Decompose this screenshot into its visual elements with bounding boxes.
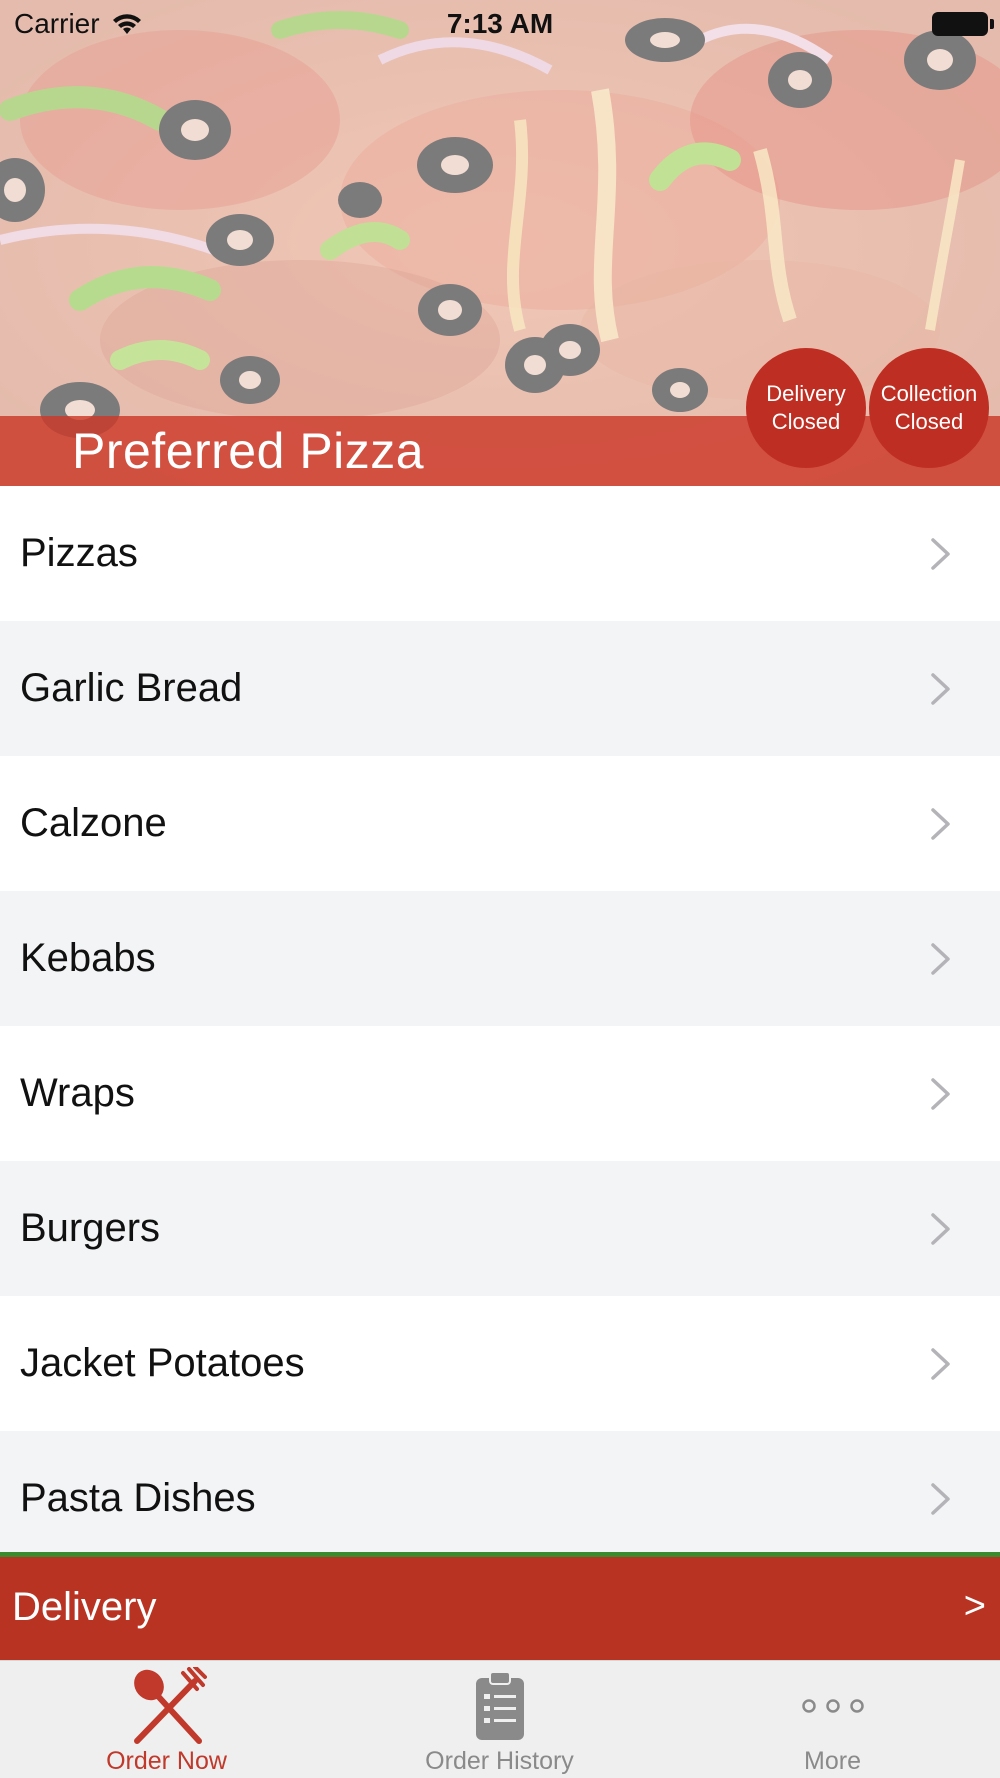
- delivery-mode-label: Delivery: [12, 1585, 157, 1629]
- menu-item-calzone[interactable]: Calzone: [0, 756, 1000, 891]
- menu-item-garlic-bread[interactable]: Garlic Bread: [0, 621, 1000, 756]
- chevron-right-icon: [931, 1212, 950, 1245]
- restaurant-name: Preferred Pizza: [72, 423, 425, 479]
- chevron-right-icon: [931, 1347, 950, 1380]
- chevron-right-icon: [931, 942, 950, 975]
- fork-knife-icon: [122, 1667, 212, 1745]
- chevron-right-icon: [931, 537, 950, 570]
- menu-item-label: Jacket Potatoes: [20, 1341, 305, 1385]
- menu-category-list: Pizzas Garlic Bread Calzone Kebabs Wraps…: [0, 486, 1000, 1566]
- chevron-right-icon: [931, 1077, 950, 1110]
- clipboard-icon: [455, 1667, 545, 1745]
- delivery-mode-button[interactable]: Delivery >: [0, 1552, 1000, 1660]
- tab-order-now[interactable]: Order Now: [0, 1661, 333, 1778]
- menu-item-label: Burgers: [20, 1206, 161, 1250]
- chevron-right-icon: [931, 1482, 950, 1515]
- collection-badge-line1: Collection: [880, 381, 978, 406]
- collection-status-badge: Collection Closed: [869, 348, 989, 468]
- chevron-right-icon: >: [963, 1585, 986, 1627]
- menu-item-label: Wraps: [20, 1071, 135, 1115]
- tab-label: Order Now: [106, 1747, 227, 1775]
- clock: 7:13 AM: [446, 8, 554, 39]
- menu-item-label: Pasta Dishes: [20, 1476, 256, 1520]
- menu-item-pizzas[interactable]: Pizzas: [0, 486, 1000, 621]
- menu-item-pasta-dishes[interactable]: Pasta Dishes: [0, 1431, 1000, 1566]
- status-bar: Carrier 7:13 AM: [0, 0, 1000, 48]
- chevron-right-icon: [931, 672, 950, 705]
- more-dots-icon: [788, 1667, 878, 1745]
- chevron-right-icon: [931, 807, 950, 840]
- tab-order-history[interactable]: Order History: [333, 1661, 666, 1778]
- menu-item-label: Calzone: [20, 801, 167, 845]
- tab-label: Order History: [425, 1747, 574, 1775]
- menu-item-label: Garlic Bread: [20, 666, 243, 710]
- tab-label: More: [804, 1747, 861, 1775]
- menu-item-burgers[interactable]: Burgers: [0, 1161, 1000, 1296]
- menu-item-wraps[interactable]: Wraps: [0, 1026, 1000, 1161]
- collection-badge-line2: Closed: [894, 409, 964, 434]
- delivery-badge-line2: Closed: [771, 409, 841, 434]
- hero-banner: Carrier 7:13 AM Preferred Pizza Delivery…: [0, 0, 1000, 486]
- delivery-badge-line1: Delivery: [766, 381, 846, 406]
- menu-item-label: Kebabs: [20, 936, 156, 980]
- menu-item-kebabs[interactable]: Kebabs: [0, 891, 1000, 1026]
- delivery-status-badge: Delivery Closed: [746, 348, 866, 468]
- tab-more[interactable]: More: [666, 1661, 999, 1778]
- menu-item-label: Pizzas: [20, 531, 138, 575]
- tab-bar: Order Now Order History More: [0, 1660, 1000, 1778]
- battery-icon: [932, 12, 994, 36]
- menu-item-jacket-potatoes[interactable]: Jacket Potatoes: [0, 1296, 1000, 1431]
